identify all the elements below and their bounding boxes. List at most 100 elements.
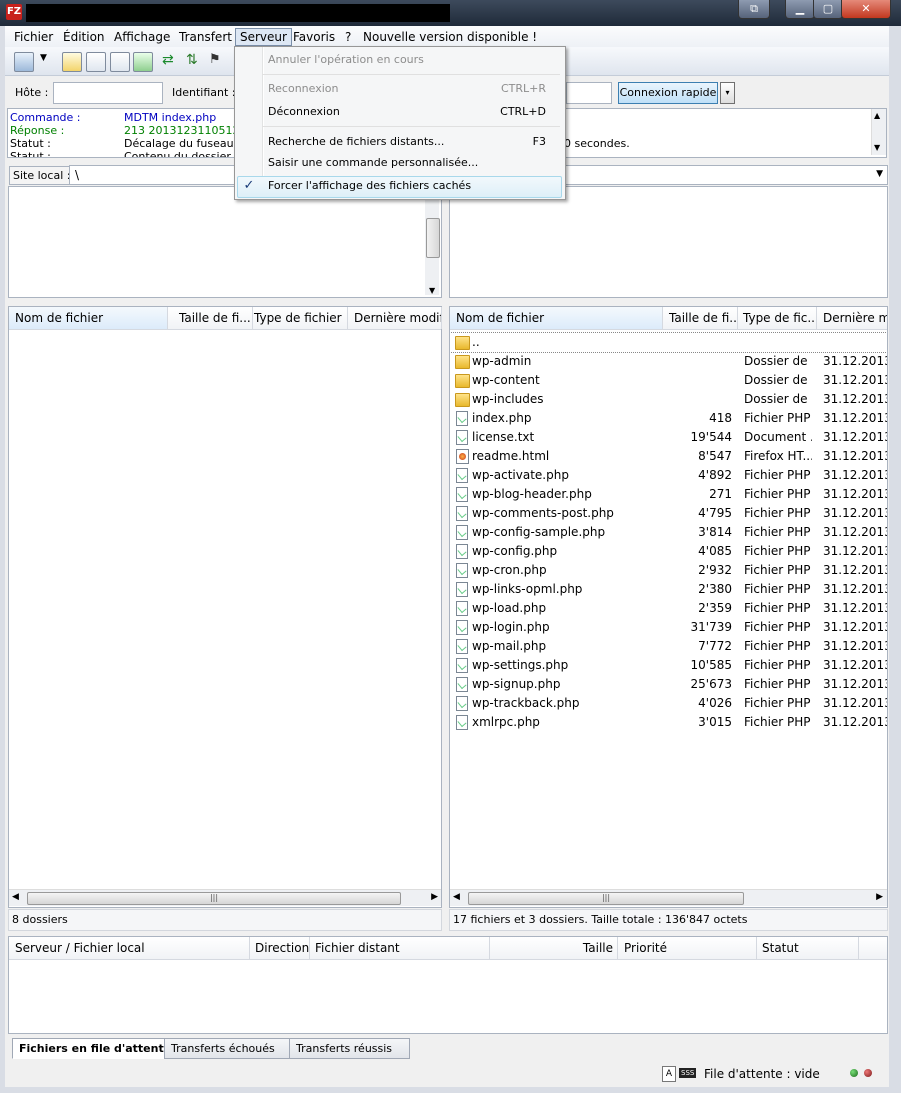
tab-successful-transfers[interactable]: Transferts réussis (289, 1038, 410, 1059)
local-list-hscroll-thumb[interactable]: ||| (27, 892, 401, 905)
scroll-left-icon[interactable]: ◀ (12, 892, 19, 902)
table-row[interactable]: readme.html 8'547 Firefox HT... 31.12.2013 … (450, 447, 887, 466)
menu-search-remote-files[interactable]: Recherche de fichiers distants... (268, 133, 444, 151)
queue-toggle-icon[interactable] (133, 52, 153, 72)
remote-col-name[interactable]: Nom de fichier (450, 307, 663, 329)
host-input[interactable] (53, 82, 163, 104)
tab-failed-transfers[interactable]: Transferts échoués (164, 1038, 290, 1059)
table-row[interactable]: wp-login.php 31'739 Fichier PHP 31.12.2013 … (450, 618, 887, 637)
table-row[interactable]: wp-links-opml.php 2'380 Fichier PHP 31.12.2… (450, 580, 887, 599)
maximize-button[interactable]: ▢ (813, 0, 843, 19)
log-scrollbar[interactable]: ▲ ▼ (871, 109, 886, 155)
filezilla-app-icon[interactable]: FZ (6, 4, 22, 20)
file-icon (456, 506, 468, 521)
queue-col-direction[interactable]: Direction (249, 937, 310, 959)
remote-col-size[interactable]: Taille de fi... (663, 307, 738, 329)
minimize-button[interactable]: ▁ (785, 0, 815, 19)
table-row[interactable]: xmlrpc.php 3'015 Fichier PHP 31.12.2013 1 (450, 713, 887, 732)
chevron-down-icon[interactable]: ▼ (876, 169, 883, 179)
speed-limit-icon[interactable]: SSS (679, 1068, 697, 1078)
log-label: Statut : (10, 137, 51, 150)
refresh-icon[interactable]: ⇄ (162, 52, 174, 68)
remote-col-date[interactable]: Dernière mo (817, 307, 887, 329)
table-row[interactable]: wp-cron.php 2'932 Fichier PHP 31.12.2013 1 (450, 561, 887, 580)
local-col-date[interactable]: Dernière modific (348, 307, 442, 329)
site-manager-icon[interactable] (14, 52, 34, 72)
menu-help[interactable]: ? (341, 29, 355, 45)
queue-col-status[interactable]: Statut (756, 937, 859, 959)
menu-affichage[interactable]: Affichage (110, 29, 174, 45)
table-row[interactable]: .. (450, 332, 887, 353)
remote-list-hscroll-thumb[interactable]: ||| (468, 892, 744, 905)
queue-col-server[interactable]: Serveur / Fichier local (9, 937, 250, 959)
file-size: 4'892 (698, 468, 732, 482)
process-queue-icon[interactable]: ⇅ (186, 52, 198, 68)
table-row[interactable]: wp-mail.php 7'772 Fichier PHP 31.12.2013 1 (450, 637, 887, 656)
menu-edition[interactable]: Édition (59, 29, 109, 45)
menu-force-show-hidden-files[interactable]: Forcer l'affichage des fichiers cachés (268, 177, 471, 195)
table-row[interactable]: wp-comments-post.php 4'795 Fichier PHP 31.1… (450, 504, 887, 523)
log-toggle-icon[interactable] (62, 52, 82, 72)
quickconnect-button[interactable]: Connexion rapide (618, 82, 718, 104)
queue-col-priority[interactable]: Priorité (618, 937, 757, 959)
table-row[interactable]: wp-content Dossier de ... 31.12.2013 1 (450, 371, 887, 390)
file-date: 31.12.2013 1 (823, 411, 887, 425)
file-size: 31'739 (690, 620, 732, 634)
scroll-right-icon[interactable]: ▶ (431, 892, 438, 902)
menu-disconnect[interactable]: Déconnexion (268, 103, 340, 121)
menu-transfert[interactable]: Transfert (175, 29, 236, 45)
table-row[interactable]: index.php 418 Fichier PHP 31.12.2013 1 (450, 409, 887, 428)
table-row[interactable]: wp-config.php 4'085 Fichier PHP 31.12.2013 … (450, 542, 887, 561)
tab-queued-files[interactable]: Fichiers en file d'attente (12, 1038, 179, 1059)
table-row[interactable]: wp-trackback.php 4'026 Fichier PHP 31.12.20… (450, 694, 887, 713)
table-row[interactable]: wp-admin Dossier de ... 31.12.2013 1 (450, 352, 887, 371)
local-directory-tree[interactable] (8, 186, 442, 298)
table-row[interactable]: wp-signup.php 25'673 Fichier PHP 31.12.2013… (450, 675, 887, 694)
queue-col-remote[interactable]: Fichier distant (309, 937, 490, 959)
local-file-list[interactable]: Nom de fichier Taille de fi... Type de f… (8, 306, 442, 908)
cancel-icon[interactable]: ⚑ (209, 52, 221, 67)
scroll-down-icon[interactable]: ▼ (874, 143, 880, 152)
table-row[interactable]: wp-includes Dossier de ... 31.12.2013 1 (450, 390, 887, 409)
table-row[interactable]: wp-config-sample.php 3'814 Fichier PHP 31.1… (450, 523, 887, 542)
scroll-left-icon[interactable]: ◀ (453, 892, 460, 902)
table-row[interactable]: wp-blog-header.php 271 Fichier PHP 31.12.20… (450, 485, 887, 504)
file-icon (456, 487, 468, 502)
menu-fichier[interactable]: Fichier (10, 29, 57, 45)
table-row[interactable]: wp-settings.php 10'585 Fichier PHP 31.12.20… (450, 656, 887, 675)
scroll-right-icon[interactable]: ▶ (876, 892, 883, 902)
port-input[interactable] (566, 82, 612, 104)
file-date: 31.12.2013 1 (823, 582, 887, 596)
filter-icon[interactable]: A (662, 1066, 676, 1082)
scroll-down-icon[interactable]: ▼ (429, 286, 435, 295)
local-list-hscrollbar[interactable]: ◀ ||| ▶ (9, 889, 441, 906)
file-size: 19'544 (690, 430, 732, 444)
local-col-size[interactable]: Taille de fi... (173, 307, 253, 329)
menu-serveur[interactable]: Serveur (235, 28, 292, 46)
table-row[interactable]: wp-load.php 2'359 Fichier PHP 31.12.2013 1 (450, 599, 887, 618)
remote-file-list[interactable]: Nom de fichier Taille de fi... Type de f… (449, 306, 888, 908)
folder-icon (455, 355, 470, 369)
table-row[interactable]: wp-activate.php 4'892 Fichier PHP 31.12.201… (450, 466, 887, 485)
local-col-name[interactable]: Nom de fichier (9, 307, 168, 329)
queue-col-size[interactable]: Taille (489, 937, 618, 959)
local-tree-scroll-thumb[interactable] (426, 218, 440, 258)
menu-custom-command[interactable]: Saisir une commande personnalisée... (268, 154, 478, 172)
tree-toggle-icon[interactable] (86, 52, 106, 72)
remote-directory-tree[interactable] (449, 186, 888, 298)
close-button[interactable]: ✕ (841, 0, 891, 19)
dropdown-arrow-icon[interactable]: ▼ (40, 53, 47, 63)
menu-new-version[interactable]: Nouvelle version disponible ! (359, 29, 541, 45)
remote-tree-icon[interactable] (110, 52, 130, 72)
table-row[interactable]: license.txt 19'544 Document ... 31.12.2013 … (450, 428, 887, 447)
local-col-type[interactable]: Type de fichier (248, 307, 348, 329)
file-date: 31.12.2013 1 (823, 506, 887, 520)
scroll-up-icon[interactable]: ▲ (874, 111, 880, 120)
remote-col-type[interactable]: Type de fic... (737, 307, 817, 329)
remote-list-hscrollbar[interactable]: ◀ ||| ▶ (450, 889, 887, 906)
menu-favoris[interactable]: Favoris (289, 29, 339, 45)
transfer-queue[interactable]: Serveur / Fichier local Direction Fichie… (8, 936, 888, 1034)
restore-icon[interactable]: ⧉ (738, 0, 770, 19)
log-row-4: Statut : Contenu du dossier aff (10, 150, 249, 157)
quickconnect-history-arrow[interactable]: ▾ (720, 82, 735, 104)
